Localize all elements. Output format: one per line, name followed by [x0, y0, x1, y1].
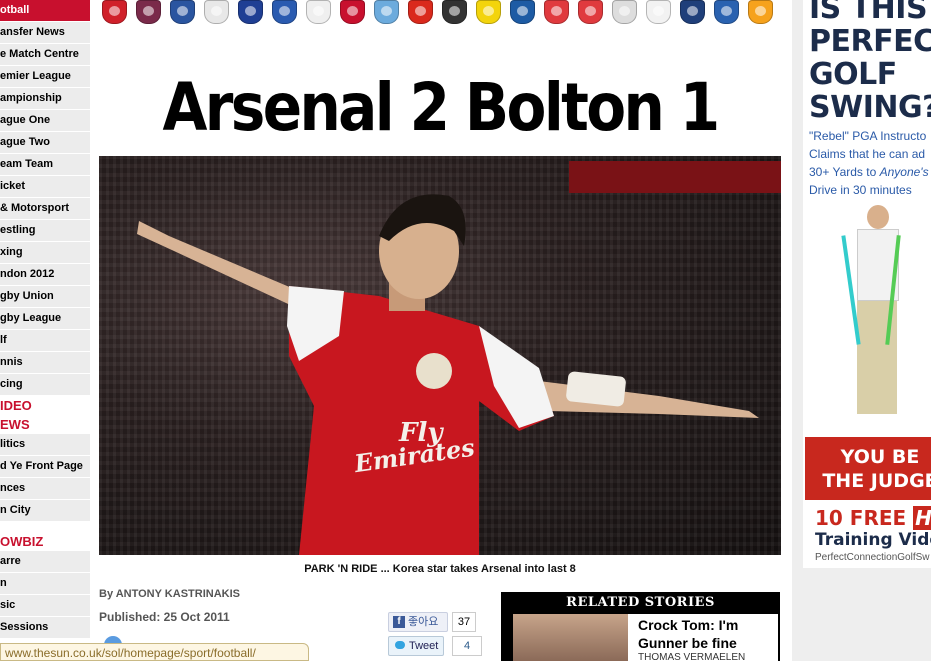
ad-url[interactable]: PerfectConnectionGolfSw: [815, 552, 930, 563]
ad-body-emphasis: Anyone's: [879, 165, 929, 179]
ad-headline: IS THIS TH PERFEC GOLF SWING?: [809, 0, 931, 125]
news-nav-item[interactable]: d Ye Front Page: [0, 456, 90, 478]
facebook-like-count: 37: [452, 612, 476, 632]
aston-villa-crest-icon[interactable]: [136, 0, 161, 24]
sidebar-nav-item[interactable]: & Motorsport: [0, 198, 90, 220]
wolves-crest-icon[interactable]: [748, 0, 773, 24]
showbiz-section-label[interactable]: OWBIZ: [0, 532, 90, 551]
ad-body-line: "Rebel" PGA Instructo: [809, 129, 927, 143]
sidebar-nav-item[interactable]: cing: [0, 374, 90, 396]
swansea-crest-icon[interactable]: [612, 0, 637, 24]
twitter-bird-icon: [395, 641, 405, 649]
related-story-item[interactable]: Crock Tom: I'm Gunner be fine THOMAS VER…: [513, 614, 778, 661]
ad-cta-banner[interactable]: YOU BE THE JUDGE: [805, 437, 931, 500]
newcastle-crest-icon[interactable]: [442, 0, 467, 24]
facebook-like-button[interactable]: f 좋아요: [388, 612, 448, 632]
sidebar-nav-item[interactable]: ague One: [0, 110, 90, 132]
sidebar-nav-item[interactable]: lf: [0, 330, 90, 352]
related-stories-box: RELATED STORIES Crock Tom: I'm Gunner be…: [501, 592, 780, 661]
video-section-label[interactable]: IDEO: [0, 396, 90, 415]
news-section-label[interactable]: EWS: [0, 415, 90, 434]
facebook-like-label: 좋아요: [408, 616, 439, 628]
news-nav-item[interactable]: n City: [0, 500, 90, 522]
published-date: Published: 25 Oct 2011: [99, 610, 230, 624]
sidebar-nav-item[interactable]: gby Union: [0, 286, 90, 308]
photo-caption: PARK 'N RIDE ... Korea star takes Arsena…: [304, 563, 576, 575]
news-nav-item[interactable]: nces: [0, 478, 90, 500]
ad-cta-line: YOU BE: [840, 446, 920, 468]
sidebar-nav-item[interactable]: ampionship: [0, 88, 90, 110]
news-nav-item[interactable]: litics: [0, 434, 90, 456]
ad-body-line: 30+ Yards to Anyone's: [809, 163, 929, 181]
article-headline: Arsenal 2 Bolton 1: [162, 69, 720, 146]
man-utd-crest-icon[interactable]: [408, 0, 433, 24]
ad-body-line: Claims that he can ad: [809, 147, 926, 161]
man-city-crest-icon[interactable]: [374, 0, 399, 24]
showbiz-nav-item[interactable]: sic: [0, 595, 90, 617]
golf-advertisement[interactable]: IS THIS TH PERFEC GOLF SWING? "Rebel" PG…: [803, 0, 931, 568]
everton-crest-icon[interactable]: [272, 0, 297, 24]
arsenal-crest-icon[interactable]: [102, 0, 127, 24]
tweet-count: 4: [452, 636, 482, 656]
ad-training-label: Training Video: [815, 530, 931, 550]
sports-sidebar: otball ansfer News e Match Centre emier Lea…: [0, 0, 90, 661]
liverpool-crest-icon[interactable]: [340, 0, 365, 24]
tottenham-crest-icon[interactable]: [646, 0, 671, 24]
sidebar-nav-item[interactable]: emier League: [0, 66, 90, 88]
related-story-headline[interactable]: Crock Tom: I'm Gunner be fine: [638, 616, 778, 652]
sidebar-nav-item[interactable]: ndon 2012: [0, 264, 90, 286]
sidebar-nav-item[interactable]: xing: [0, 242, 90, 264]
showbiz-nav-item[interactable]: n: [0, 573, 90, 595]
article-byline: By ANTONY KASTRINAKIS: [99, 588, 240, 600]
sidebar-nav-item[interactable]: estling: [0, 220, 90, 242]
ad-footer-bg: [803, 568, 931, 661]
sidebar-nav-item[interactable]: nnis: [0, 352, 90, 374]
related-story-thumbnail[interactable]: [513, 614, 628, 661]
player-figure: Fly Emirates: [137, 194, 759, 555]
sidebar-nav-item[interactable]: ansfer News: [0, 22, 90, 44]
ad-body-text: "Rebel" PGA Instructo Claims that he can…: [809, 127, 929, 199]
browser-status-bar: www.thesun.co.uk/sol/homepage/sport/foot…: [0, 643, 309, 661]
chelsea-crest-icon[interactable]: [238, 0, 263, 24]
west-brom-crest-icon[interactable]: [680, 0, 705, 24]
related-stories-title: RELATED STORIES: [566, 595, 715, 610]
golfer-illustration: [839, 205, 919, 435]
sidebar-nav-item[interactable]: icket: [0, 176, 90, 198]
sunderland-crest-icon[interactable]: [578, 0, 603, 24]
ad-gutter: [792, 0, 803, 661]
blackburn-crest-icon[interactable]: [170, 0, 195, 24]
wigan-crest-icon[interactable]: [714, 0, 739, 24]
ad-free-label: 10 FREE: [815, 506, 914, 530]
showbiz-nav-item[interactable]: Sessions: [0, 617, 90, 639]
ad-free-videos: 10 FREE HD: [815, 506, 931, 530]
sidebar-nav-item[interactable]: e Match Centre: [0, 44, 90, 66]
team-crests-bar: [102, 0, 782, 26]
ad-body-text-part: 30+ Yards to: [809, 165, 880, 179]
bolton-crest-icon[interactable]: [204, 0, 229, 24]
fulham-crest-icon[interactable]: [306, 0, 331, 24]
sidebar-nav-item[interactable]: ague Two: [0, 132, 90, 154]
ad-hd-badge: HD: [913, 506, 931, 530]
facebook-icon: f: [393, 616, 405, 628]
sidebar-nav-item[interactable]: gby League: [0, 308, 90, 330]
article-photo: Fly Emirates: [99, 156, 781, 555]
tweet-button[interactable]: Tweet: [388, 636, 444, 656]
ad-cta-text: YOU BE THE JUDGE: [805, 445, 931, 493]
sidebar-nav-item[interactable]: eam Team: [0, 154, 90, 176]
qpr-crest-icon[interactable]: [510, 0, 535, 24]
tweet-label: Tweet: [409, 640, 439, 652]
ad-body-line: Drive in 30 minutes: [809, 183, 912, 197]
norwich-crest-icon[interactable]: [476, 0, 501, 24]
showbiz-nav-item[interactable]: arre: [0, 551, 90, 573]
ad-cta-line: THE JUDGE: [822, 470, 931, 492]
golfer-head: [867, 205, 889, 229]
related-story-subtitle: THOMAS VERMAELEN: [638, 652, 746, 661]
stoke-crest-icon[interactable]: [544, 0, 569, 24]
sidebar-nav-item[interactable]: otball: [0, 0, 90, 22]
